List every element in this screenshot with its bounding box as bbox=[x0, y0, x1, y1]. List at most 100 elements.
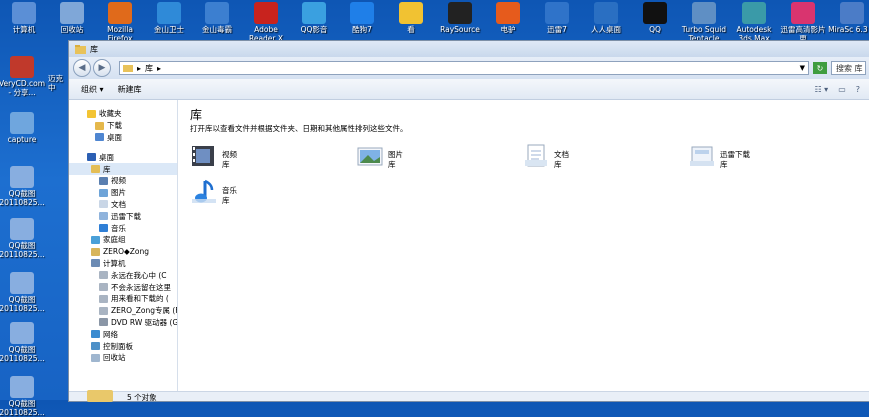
address-dropdown-icon[interactable]: ▼ bbox=[800, 64, 805, 72]
desktop-icon-computer-icon[interactable]: 计算机 bbox=[0, 2, 48, 34]
nav-user[interactable]: ZERO◆Zong bbox=[69, 246, 177, 258]
library-item-music[interactable]: 音乐库 bbox=[190, 178, 237, 206]
drive-icon bbox=[99, 306, 108, 315]
desktop-icon-image-file-icon[interactable]: capture bbox=[0, 112, 46, 144]
library-status-icon bbox=[87, 390, 113, 402]
desktop-icon-penguin-icon[interactable]: QQ bbox=[631, 2, 679, 34]
desktop-icon-music-icon[interactable]: 酷狗7 bbox=[338, 2, 386, 34]
desktop-icon-label: 计算机 bbox=[12, 25, 36, 34]
antivirus-icon bbox=[205, 2, 229, 24]
page-title: 库 bbox=[190, 108, 203, 122]
picture-library-icon bbox=[357, 147, 383, 166]
library-item-documents[interactable]: 文档库 bbox=[522, 142, 569, 170]
nav-library-pictures[interactable]: 图片 bbox=[69, 187, 177, 199]
library-item-xunlei[interactable]: 迅雷下载库 bbox=[688, 142, 750, 170]
nav-control-panel[interactable]: 控制面板 bbox=[69, 340, 177, 352]
nav-label: 库 bbox=[103, 164, 111, 174]
document-library-icon bbox=[525, 144, 547, 167]
desktop-icon-3dsmax-icon[interactable]: Autodesk 3ds Max bbox=[730, 2, 778, 43]
nav-library-video[interactable]: 视频 bbox=[69, 175, 177, 187]
desktop-icon-thunder-icon[interactable]: 迅雷7 bbox=[533, 2, 581, 34]
homegroup-icon bbox=[91, 235, 100, 244]
nav-drive-e[interactable]: 用来看和下载的 ( bbox=[69, 293, 177, 305]
refresh-button[interactable]: ↻ bbox=[813, 62, 827, 74]
nav-drive-dvd[interactable]: DVD RW 驱动器 (G bbox=[69, 317, 177, 329]
help-icon[interactable]: ? bbox=[856, 85, 860, 94]
desktop-icon-verycd-icon[interactable]: VeryCD.com - 分享... bbox=[0, 56, 46, 97]
squid-icon bbox=[692, 2, 716, 24]
breadcrumb-library[interactable]: 库 bbox=[145, 63, 153, 74]
nav-recycle-bin[interactable]: 回收站 bbox=[69, 352, 177, 364]
nav-label: 回收站 bbox=[103, 353, 126, 363]
desktop-icon-squid-icon[interactable]: Turbo Squid Tentacle bbox=[680, 2, 728, 43]
desktop-icon-renren-icon[interactable]: 人人桌面 bbox=[582, 2, 630, 34]
nav-computer[interactable]: 计算机 bbox=[69, 258, 177, 270]
nav-library-documents[interactable]: 文档 bbox=[69, 199, 177, 211]
library-item-pictures[interactable]: 图片库 bbox=[356, 142, 403, 170]
desktop-icon bbox=[87, 153, 96, 162]
desktop-icon-pdf-icon[interactable]: Adobe Reader X bbox=[242, 2, 290, 43]
nav-drive-d[interactable]: 不会永远留在这里 bbox=[69, 281, 177, 293]
desktop-icon-screenshot-icon[interactable]: QQ截图 20110825... bbox=[0, 322, 46, 363]
desktop-icon-face-icon[interactable]: 看 bbox=[387, 2, 435, 34]
status-text: 5 个对象 bbox=[127, 393, 157, 402]
desktop-icon-mira-icon[interactable]: MiraSc 6.3 () bbox=[828, 2, 869, 34]
download-icon bbox=[448, 2, 472, 24]
nav-favorite-desktop[interactable]: 桌面 bbox=[69, 132, 177, 144]
library-type: 库 bbox=[720, 159, 728, 169]
desktop-icon-recycle-bin-icon[interactable]: 回收站 bbox=[48, 2, 96, 34]
desktop-icon-screenshot-icon[interactable]: QQ截图 20110825... bbox=[0, 376, 46, 417]
desktop-icon-video-player-icon[interactable]: QQ影音 bbox=[290, 2, 338, 34]
desktop-icon-label: QQ截图 20110825... bbox=[0, 345, 45, 363]
breadcrumb-separator: ▸ bbox=[157, 63, 162, 73]
back-button[interactable]: ◀ bbox=[73, 59, 91, 77]
nav-libraries[interactable]: 库 bbox=[69, 163, 177, 175]
library-item-video[interactable]: 视频库 bbox=[190, 142, 237, 170]
desktop-icon-label: QQ截图 20110825... bbox=[0, 189, 45, 207]
library-icon bbox=[91, 165, 100, 174]
nav-favorite-download[interactable]: 下载 bbox=[69, 120, 177, 132]
nav-network[interactable]: 网络 bbox=[69, 328, 177, 340]
desktop-icon-label: 电驴 bbox=[500, 25, 516, 34]
desktop-icon-label: MiraSc 6.3 () bbox=[828, 25, 869, 34]
address-bar[interactable]: ▸ 库 ▸ ▼ bbox=[119, 61, 809, 75]
nav-desktop[interactable]: 桌面 bbox=[69, 151, 177, 163]
search-input[interactable]: 搜索 库 bbox=[831, 61, 866, 75]
desktop-icon-download-icon[interactable]: RaySource bbox=[436, 2, 484, 34]
desktop-icon-hd-video-icon[interactable]: 迅雷高清影片更 bbox=[779, 2, 827, 43]
dvd-drive-icon bbox=[99, 318, 108, 327]
address-row: ◀ ▶ ▸ 库 ▸ ▼ ↻ 搜索 库 bbox=[69, 57, 869, 79]
desktop-icon-label: QQ影音 bbox=[300, 25, 328, 34]
download-icon bbox=[99, 212, 108, 221]
nav-drive-c[interactable]: 永远在我心中 (C bbox=[69, 269, 177, 281]
nav-library-xunlei[interactable]: 迅雷下载 bbox=[69, 210, 177, 222]
desktop-icon-screenshot-icon[interactable]: QQ截图 20110825... bbox=[0, 272, 46, 313]
desktop-icon-label: 迅雷7 bbox=[547, 25, 567, 34]
view-options-icon[interactable]: ☷ ▾ bbox=[814, 85, 828, 94]
forward-button[interactable]: ▶ bbox=[93, 59, 111, 77]
nav-label: 图片 bbox=[111, 188, 126, 198]
nav-drive-f[interactable]: ZERO_Zong专属 (F bbox=[69, 305, 177, 317]
donkey-icon bbox=[496, 2, 520, 24]
desktop-icon-donkey-icon[interactable]: 电驴 bbox=[484, 2, 532, 34]
nav-library-music[interactable]: 音乐 bbox=[69, 222, 177, 234]
desktop-folder-icon bbox=[95, 133, 104, 142]
organize-button[interactable]: 组织 ▾ bbox=[81, 84, 104, 95]
desktop-icon-screenshot-icon[interactable]: QQ截图 20110825... bbox=[0, 218, 46, 259]
library-name: 文档 bbox=[554, 150, 569, 159]
desktop-icon-firefox-icon[interactable]: Mozilla Firefox bbox=[96, 2, 144, 43]
library-folder-icon bbox=[75, 44, 86, 54]
desktop-icon-shield-icon[interactable]: 金山卫士 bbox=[145, 2, 193, 34]
nav-favorites[interactable]: 收藏夹 bbox=[69, 108, 177, 120]
desktop-icon-antivirus-icon[interactable]: 金山毒霸 bbox=[193, 2, 241, 34]
recycle-bin-icon bbox=[91, 353, 100, 362]
desktop-icon-screenshot-icon[interactable]: QQ截图 20110825... bbox=[0, 166, 46, 207]
nav-homegroup[interactable]: 家庭组 bbox=[69, 234, 177, 246]
video-icon bbox=[99, 176, 108, 185]
window-title: 库 bbox=[90, 44, 98, 54]
face-icon bbox=[399, 2, 423, 24]
pdf-icon bbox=[254, 2, 278, 24]
library-type: 库 bbox=[222, 159, 230, 169]
new-library-button[interactable]: 新建库 bbox=[118, 84, 142, 95]
preview-pane-icon[interactable]: ▭ bbox=[838, 85, 846, 94]
